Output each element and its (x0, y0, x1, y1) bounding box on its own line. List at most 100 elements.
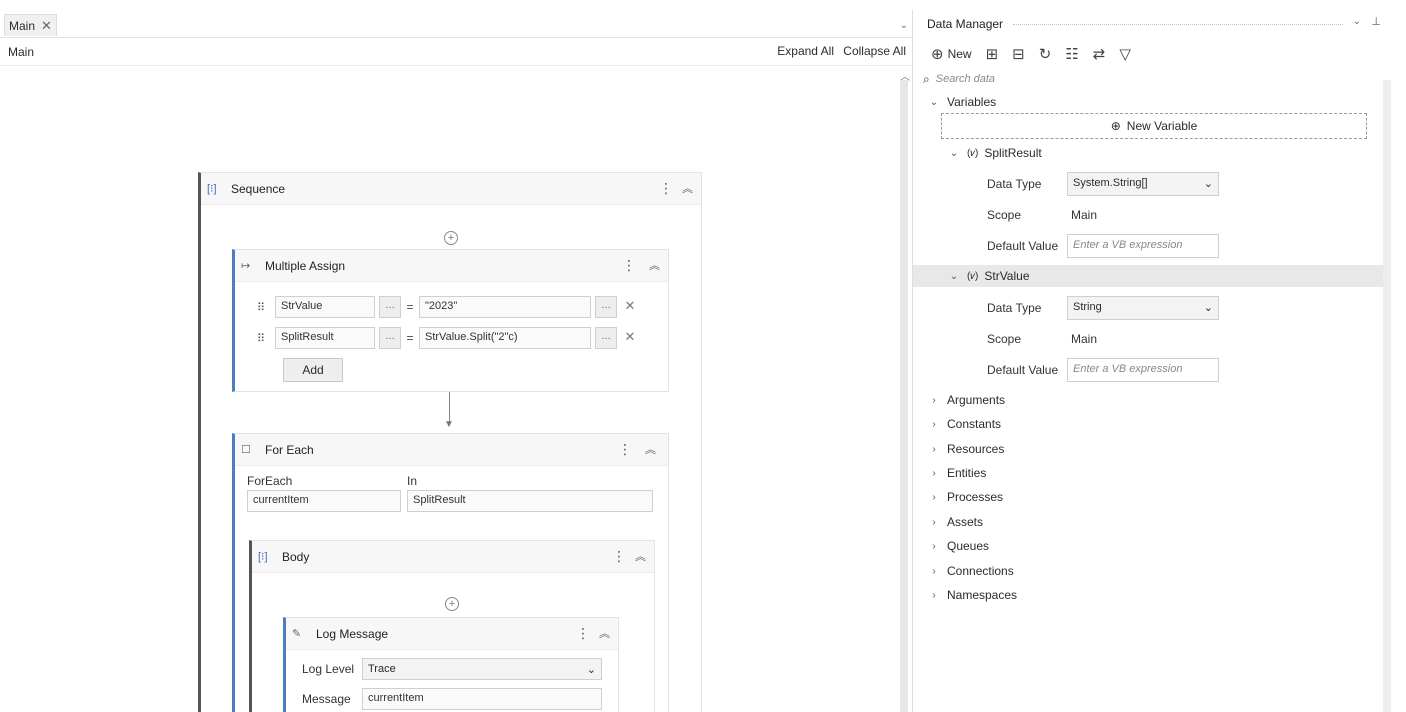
default-value-label: Default Value (987, 239, 1059, 253)
assign-target-field[interactable]: SplitResult (275, 327, 375, 349)
log-level-value: Trace (368, 663, 396, 675)
new-button[interactable]: ⊕ New (931, 45, 972, 63)
tree-node-variable[interactable]: ⌄ (𝑣) StrValue (913, 265, 1391, 287)
search-input[interactable]: Search data (936, 73, 995, 85)
expand-all-button[interactable]: Expand All (777, 44, 834, 58)
in-label: In (407, 474, 418, 488)
studio-window: Main ✕ ⌄ Main Expand All Collapse All ︿ … (0, 0, 1406, 712)
assign-target-field[interactable]: StrValue (275, 296, 375, 318)
chevron-right-icon[interactable]: › (927, 444, 941, 455)
refresh-icon[interactable]: ↻ (1039, 45, 1052, 63)
scope-value[interactable]: Main (1071, 208, 1097, 222)
more-options-icon[interactable]: ⋮ (622, 257, 636, 274)
for-each-title: For Each (265, 442, 314, 457)
tree-node-resources[interactable]: › Resources (913, 438, 1391, 460)
message-label: Message (302, 692, 351, 706)
data-type-value: System.String[] (1073, 177, 1148, 189)
expression-editor-button[interactable]: … (595, 327, 617, 349)
body-sequence[interactable]: [⁝] Body ⋮ ︽ + ✎ Log Message ⋮ ︽ Log Lev… (249, 540, 655, 712)
tree-node-processes[interactable]: › Processes (913, 486, 1391, 508)
foreach-in-field[interactable]: SplitResult (407, 490, 653, 512)
collapse-icon[interactable]: ︽ (682, 180, 693, 196)
foreach-label: ForEach (247, 474, 293, 488)
chevron-right-icon[interactable]: › (927, 566, 941, 577)
chevron-down-icon[interactable]: ⌄ (947, 148, 961, 159)
tree-node-constants[interactable]: › Constants (913, 413, 1391, 435)
assign-row: ⠿ StrValue … = "2023" … ✕ (257, 296, 639, 318)
data-type-select[interactable]: String ⌄ (1067, 296, 1219, 320)
for-each-activity[interactable]: ☐ For Each ⋮ ︽ ForEach In currentItem Sp… (232, 433, 669, 712)
scope-value[interactable]: Main (1071, 332, 1097, 346)
tree-node-namespaces[interactable]: › Namespaces (913, 584, 1391, 606)
chevron-right-icon[interactable]: › (927, 468, 941, 479)
equals-sign: = (406, 300, 414, 314)
data-manager-scrollbar[interactable] (1383, 80, 1391, 712)
message-field[interactable]: currentItem (362, 688, 602, 710)
tree-node-queues[interactable]: › Queues (913, 535, 1391, 557)
delete-row-icon[interactable]: ✕ (621, 327, 639, 349)
more-options-icon[interactable]: ⋮ (618, 441, 632, 458)
add-activity-icon[interactable]: + (445, 597, 459, 611)
list-view-icon[interactable]: ☷ (1065, 45, 1078, 63)
tab-main[interactable]: Main ✕ (4, 14, 57, 36)
tree-node-entities[interactable]: › Entities (913, 462, 1391, 484)
multiple-assign-activity[interactable]: ↦ Multiple Assign ⋮ ︽ ⠿ StrValue … = "20… (232, 249, 669, 392)
sort-icon[interactable]: ⇄ (1093, 45, 1106, 63)
collapse-icon[interactable]: ︽ (649, 257, 660, 273)
chevron-down-icon[interactable]: ⌄ (1353, 16, 1361, 27)
pin-icon[interactable]: ⊥ (1371, 15, 1381, 28)
collapse-all-button[interactable]: Collapse All (843, 44, 906, 58)
chevron-right-icon[interactable]: › (927, 517, 941, 528)
tree-node-variables[interactable]: ⌄ Variables (913, 91, 1391, 113)
tree-node-connections[interactable]: › Connections (913, 560, 1391, 582)
expression-editor-button[interactable]: … (379, 296, 401, 318)
chevron-down-icon[interactable]: ⌄ (947, 271, 961, 282)
for-each-header: ☐ For Each ⋮ ︽ (235, 434, 668, 466)
filter-icon[interactable]: ▽ (1119, 45, 1131, 63)
tree-node-assets[interactable]: › Assets (913, 511, 1391, 533)
chevron-right-icon[interactable]: › (927, 541, 941, 552)
drag-handle-icon[interactable]: ⠿ (257, 301, 271, 314)
more-options-icon[interactable]: ⋮ (612, 548, 626, 565)
delete-row-icon[interactable]: ✕ (621, 296, 639, 318)
breadcrumb[interactable]: Main (8, 45, 34, 59)
chevron-down-icon[interactable]: ⌄ (900, 20, 908, 31)
chevron-down-icon[interactable]: ⌄ (927, 97, 941, 108)
data-manager-title-bar: Data Manager ⌄ ⊥ (913, 10, 1391, 38)
plus-circle-icon: ⊕ (931, 46, 944, 63)
log-level-select[interactable]: Trace ⌄ (362, 658, 602, 680)
assign-value-field[interactable]: "2023" (419, 296, 591, 318)
tree-node-variable[interactable]: ⌄ (𝑣) SplitResult (913, 142, 1391, 164)
new-variable-button[interactable]: ⊕ New Variable (941, 113, 1367, 139)
expression-editor-button[interactable]: … (379, 327, 401, 349)
more-options-icon[interactable]: ⋮ (659, 180, 673, 197)
assign-value-field[interactable]: StrValue.Split("2"c) (419, 327, 591, 349)
collapse-icon[interactable]: ︽ (635, 548, 646, 564)
drag-handle-icon[interactable]: ⠿ (257, 332, 271, 345)
default-value-input[interactable]: Enter a VB expression (1067, 358, 1219, 382)
tree-node-arguments[interactable]: › Arguments (913, 389, 1391, 411)
collapse-icon[interactable]: ︽ (599, 625, 610, 641)
search-bar[interactable]: ⌕ Search data (923, 70, 1363, 88)
default-value-input[interactable]: Enter a VB expression (1067, 234, 1219, 258)
chevron-right-icon[interactable]: › (927, 492, 941, 503)
expression-editor-button[interactable]: … (595, 296, 617, 318)
new-variable-label: New Variable (1126, 119, 1198, 133)
add-assign-button[interactable]: Add (283, 358, 343, 382)
new-button-label: New (947, 47, 972, 61)
data-type-select[interactable]: System.String[] ⌄ (1067, 172, 1219, 196)
close-icon[interactable]: ✕ (41, 18, 52, 34)
foreach-item-field[interactable]: currentItem (247, 490, 401, 512)
chevron-right-icon[interactable]: › (927, 590, 941, 601)
more-options-icon[interactable]: ⋮ (576, 625, 590, 642)
sequence-activity[interactable]: [⁝] Sequence ⋮ ︽ + ↦ Multiple Assign ⋮ ︽… (198, 172, 702, 712)
expand-all-icon[interactable]: ⊞ (986, 45, 999, 63)
chevron-right-icon[interactable]: › (927, 395, 941, 406)
collapse-all-icon[interactable]: ⊟ (1012, 45, 1025, 63)
chevron-right-icon[interactable]: › (927, 419, 941, 430)
add-activity-icon[interactable]: + (444, 231, 458, 245)
data-type-label: Data Type (987, 177, 1042, 191)
log-message-activity[interactable]: ✎ Log Message ⋮ ︽ Log Level Trace ⌄ Mess… (283, 617, 619, 712)
designer-scrollbar[interactable] (900, 80, 908, 712)
collapse-icon[interactable]: ︽ (645, 441, 656, 457)
